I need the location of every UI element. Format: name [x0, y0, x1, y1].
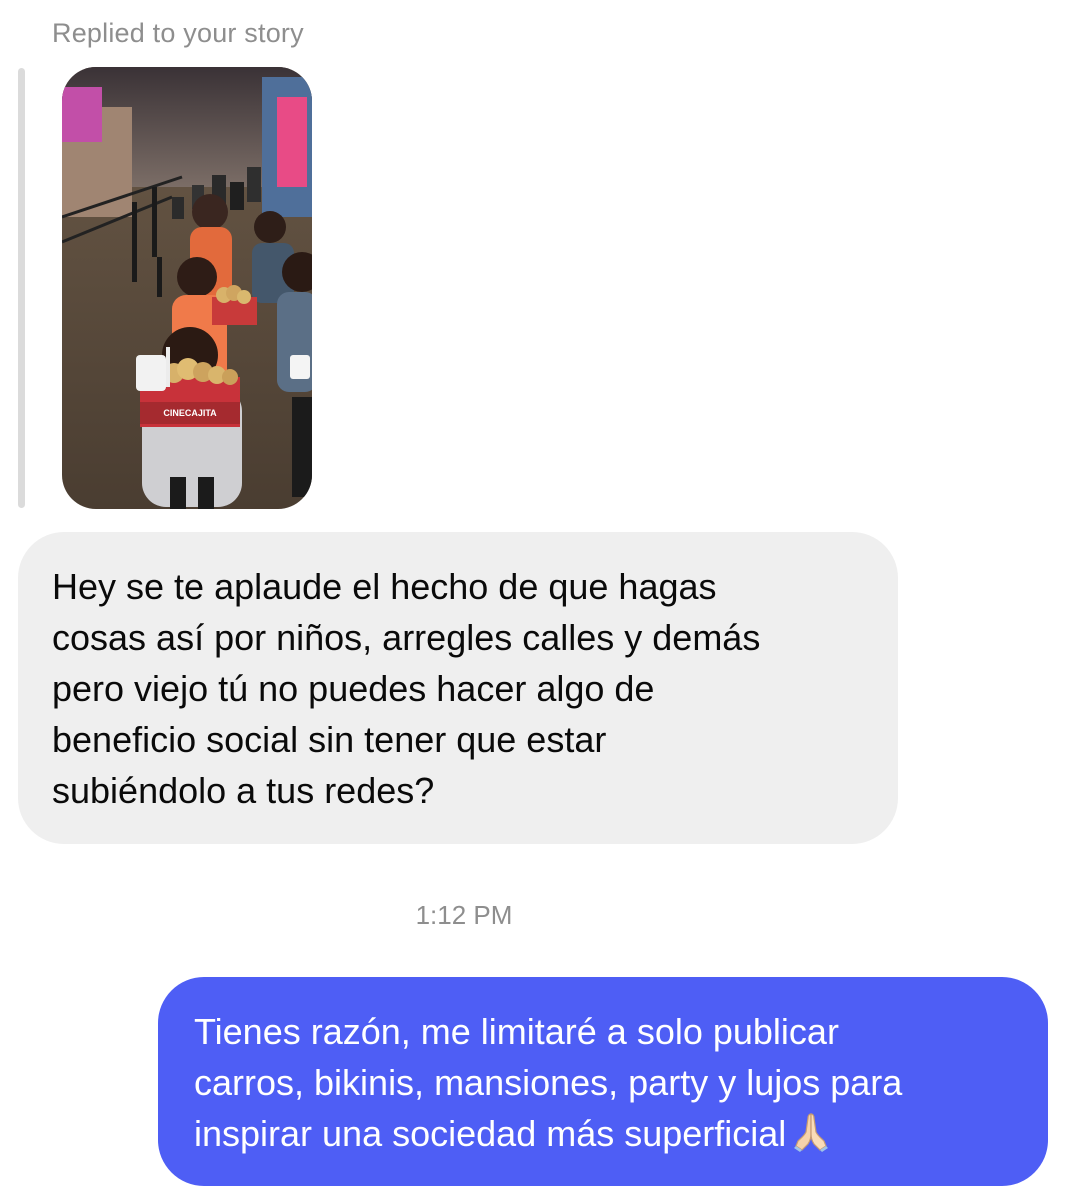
- popcorn-box-back: [212, 297, 257, 325]
- folded-hands-icon: [792, 1110, 830, 1165]
- incoming-message-bubble[interactable]: Hey se te aplaude el hecho de que hagas …: [18, 532, 898, 844]
- incoming-message-text: Hey se te aplaude el hecho de que hagas …: [52, 566, 761, 811]
- story-thumbnail[interactable]: CINECAJITA: [62, 67, 312, 509]
- message-timestamp: 1:12 PM: [415, 900, 513, 930]
- popcorn-box-label: CINECAJITA: [163, 408, 217, 418]
- reply-quote-bar: [18, 68, 25, 508]
- replied-to-story-label: Replied to your story: [52, 18, 304, 48]
- outgoing-message-bubble[interactable]: Tienes razón, me limitaré a solo publica…: [158, 977, 1048, 1186]
